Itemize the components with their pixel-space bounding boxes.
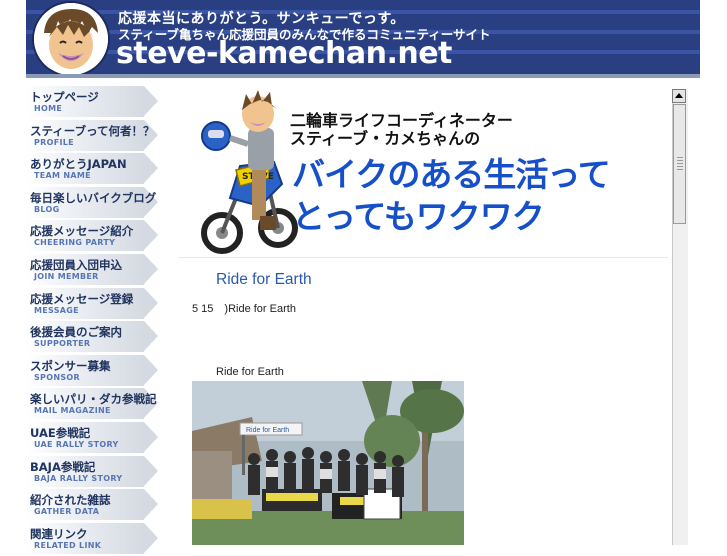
nav-item-mail-magazine[interactable]: 楽しいパリ・ダカ参戦記 MAIL MAGAZINE [26, 388, 160, 420]
post-photo: Ride for Earth [192, 381, 464, 545]
post-date-line: 5 15 )Ride for Earth [192, 303, 296, 315]
photo-sign-text: Ride for Earth [246, 427, 289, 434]
nav-item-label: 関連リンク [30, 526, 88, 541]
nav-item-sponsor[interactable]: スポンサー募集 SPONSOR [26, 354, 160, 386]
nav-item-sublabel: RELATED LINK [34, 540, 102, 550]
nav-item-label: UAE参戦記 [30, 425, 91, 440]
nav-item-label: トップページ [30, 90, 99, 104]
nav-item-uae-rally-story[interactable]: UAE参戦記 UAE RALLY STORY [26, 421, 160, 453]
nav-item-label: 応援メッセージ紹介 [30, 224, 134, 239]
rider-motorcycle-illustration: STEVE [201, 90, 298, 254]
nav-item-home[interactable]: トップページ HOME [26, 86, 160, 117]
left-margin [0, 0, 26, 545]
scroll-up-arrow-icon[interactable] [672, 89, 686, 103]
banner-headline-4: とってもワクワク [292, 197, 545, 236]
site-title[interactable]: steve-kamechan.net [116, 36, 452, 71]
nav-item-cheering-party[interactable]: 応援メッセージ紹介 CHEERING PARTY [26, 220, 160, 252]
nav-item-baja-rally-story[interactable]: BAJA参戦記 BAJA RALLY STORY [26, 455, 160, 487]
nav-item-sublabel: CHEERING PARTY [34, 238, 116, 248]
nav-item-blog[interactable]: 毎日楽しいバイクブログ BLOG [26, 186, 160, 218]
banner-headline-3: バイクのある生活って [292, 155, 611, 194]
nav-item-label: BAJA参戦記 [30, 459, 96, 474]
sidebar-nav: トップページ HOME スティーブって何者！？ PROFILE ありがとうJAP… [26, 86, 174, 556]
nav-item-sublabel: MESSAGE [34, 305, 79, 315]
nav-item-label: 後援会員のご案内 [30, 325, 122, 340]
nav-item-supporter[interactable]: 後援会員のご案内 SUPPORTER [26, 321, 160, 353]
nav-item-team-name[interactable]: ありがとうJAPAN TEAM NAME [26, 153, 160, 185]
group-photo-illustration: Ride for Earth [192, 381, 464, 545]
nav-item-label: ありがとうJAPAN [30, 157, 127, 172]
nav-item-label: 楽しいパリ・ダカ参戦記 [30, 392, 157, 407]
nav-item-sublabel: PROFILE [34, 137, 74, 147]
post-caption: Ride for Earth [216, 366, 284, 378]
nav-item-label: 応援団員入団申込 [30, 257, 122, 272]
banner-headline-2: スティーブ・カメちゃんの [290, 129, 481, 148]
nav-item-join-member[interactable]: 応援団員入団申込 JOIN MEMBER [26, 253, 160, 285]
nav-item-sublabel: HOME [34, 104, 63, 113]
nav-item-gather-data[interactable]: 紹介された雑誌 GATHER DATA [26, 489, 160, 521]
nav-item-related-link[interactable]: 関連リンク RELATED LINK [26, 522, 160, 554]
nav-item-sublabel: SPONSOR [34, 372, 80, 382]
scrollbar-thumb[interactable] [673, 104, 686, 224]
nav-item-profile[interactable]: スティーブって何者！？ PROFILE [26, 119, 160, 151]
nav-item-sublabel: JOIN MEMBER [34, 271, 99, 281]
banner-divider [178, 257, 668, 258]
nav-item-sublabel: BAJA RALLY STORY [34, 473, 123, 483]
nav-item-label: 毎日楽しいバイクブログ [30, 190, 157, 205]
nav-item-label: 紹介された雑誌 [30, 493, 111, 508]
nav-item-message[interactable]: 応援メッセージ登録 MESSAGE [26, 287, 160, 319]
nav-item-sublabel: SUPPORTER [34, 339, 91, 349]
nav-item-sublabel: TEAM NAME [34, 171, 91, 181]
nav-item-sublabel: BLOG [34, 204, 60, 214]
avatar-face-icon [34, 3, 108, 74]
nav-item-sublabel: MAIL MAGAZINE [34, 406, 111, 416]
post-title-link[interactable]: Ride for Earth [216, 271, 312, 289]
nav-item-label: スポンサー募集 [30, 358, 111, 373]
nav-item-label: スティーブって何者！？ [30, 123, 155, 138]
site-header: 応援本当にありがとう。サンキューでっす。 スティーブ亀ちゃん応援団員のみんなで作… [26, 0, 700, 74]
nav-item-sublabel: UAE RALLY STORY [34, 439, 119, 449]
nav-item-sublabel: GATHER DATA [34, 507, 100, 517]
site-logo-avatar[interactable] [32, 1, 110, 74]
nav-item-label: 応援メッセージ登録 [30, 291, 134, 306]
header-divider [26, 74, 700, 78]
